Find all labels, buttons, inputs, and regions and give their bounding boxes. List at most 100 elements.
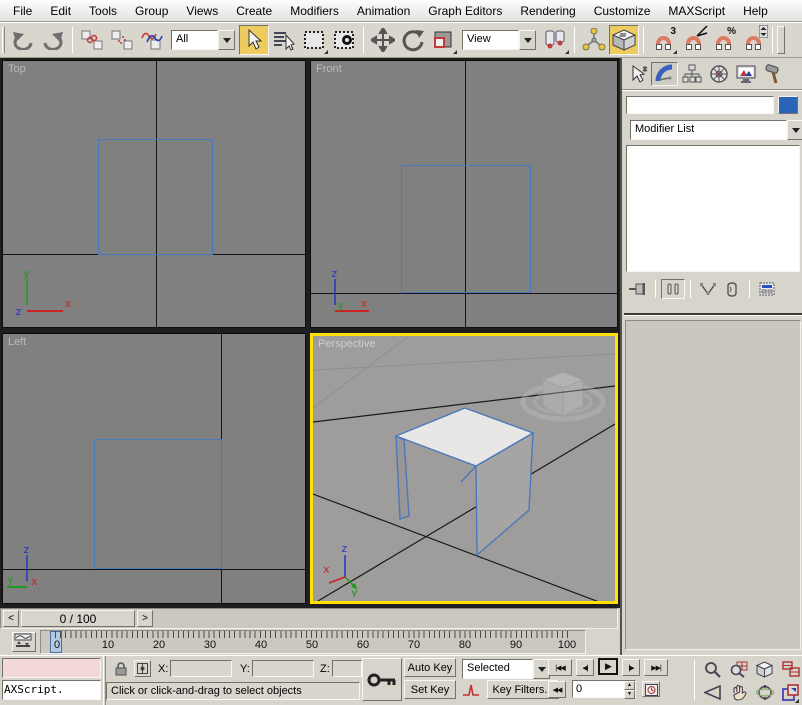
- menu-help[interactable]: Help: [734, 2, 777, 20]
- modifier-list-dropdown[interactable]: Modifier List: [630, 120, 802, 140]
- time-slider-track[interactable]: < 0 / 100 >: [0, 608, 618, 629]
- set-keys-button[interactable]: [362, 658, 402, 701]
- object-color-swatch[interactable]: [778, 96, 798, 114]
- play-button[interactable]: ▶: [598, 658, 618, 675]
- modifier-list-dropdown-button[interactable]: [787, 120, 802, 140]
- zoom-button[interactable]: [700, 658, 725, 680]
- select-and-move-button[interactable]: [368, 25, 398, 55]
- auto-key-button[interactable]: Auto Key: [404, 658, 456, 677]
- spinner-snap-toggle-button[interactable]: [738, 25, 768, 55]
- remove-modifier-button[interactable]: [720, 279, 744, 299]
- frame-spinner[interactable]: ▲ ▼: [624, 681, 635, 697]
- snap-3d-toggle-button[interactable]: 3: [648, 25, 678, 55]
- key-filter-dropdown[interactable]: Selected: [462, 659, 550, 679]
- box-wireframe-left-view[interactable]: [94, 439, 222, 569]
- undo-button[interactable]: [8, 25, 38, 55]
- menu-tools[interactable]: Tools: [80, 2, 126, 20]
- tab-hierarchy[interactable]: [678, 62, 705, 86]
- show-end-result-button[interactable]: [661, 279, 685, 299]
- goto-end-button[interactable]: ▶▶|: [644, 659, 668, 676]
- tab-display[interactable]: [732, 62, 759, 86]
- set-key-button[interactable]: Set Key: [404, 680, 456, 699]
- zoom-extents-all-button[interactable]: [778, 658, 802, 680]
- select-by-name-button[interactable]: [269, 25, 299, 55]
- menu-customize[interactable]: Customize: [585, 2, 660, 20]
- object-name-input[interactable]: [626, 96, 774, 114]
- open-mini-curve-editor-button[interactable]: [12, 632, 36, 652]
- spinner-down-icon[interactable]: ▼: [624, 690, 635, 699]
- snaps-toggle-button[interactable]: [609, 25, 639, 55]
- default-tangent-button[interactable]: [458, 680, 483, 699]
- tab-modify[interactable]: [651, 62, 678, 86]
- angle-snap-toggle-button[interactable]: [678, 25, 708, 55]
- viewport-top[interactable]: Top y z x: [2, 60, 306, 328]
- menu-rendering[interactable]: Rendering: [511, 2, 584, 20]
- pan-hand-icon: [731, 684, 747, 701]
- pan-button[interactable]: [726, 681, 751, 703]
- spinner-up-icon[interactable]: ▲: [624, 681, 635, 690]
- toolbar-grip[interactable]: [2, 27, 5, 53]
- zoom-extents-button[interactable]: [752, 658, 777, 680]
- select-and-rotate-button[interactable]: [398, 25, 428, 55]
- absolute-offset-mode-toggle[interactable]: [134, 660, 151, 677]
- tab-create[interactable]: [624, 62, 651, 86]
- configure-modifier-sets-button[interactable]: [755, 279, 779, 299]
- unlink-selection-button[interactable]: [107, 25, 137, 55]
- menu-edit[interactable]: Edit: [41, 2, 80, 20]
- reference-coord-dropdown-button[interactable]: [519, 30, 536, 50]
- make-unique-button[interactable]: [696, 279, 720, 299]
- viewport-perspective[interactable]: Perspective: [310, 333, 618, 604]
- time-slider-handle[interactable]: 0 / 100: [21, 610, 135, 627]
- macro-recorder-pane[interactable]: [2, 658, 101, 678]
- bind-to-space-warp-button[interactable]: [137, 25, 167, 55]
- selection-filter-dropdown-button[interactable]: [218, 30, 235, 50]
- zoom-all-button[interactable]: [726, 658, 751, 680]
- menu-modifiers[interactable]: Modifiers: [281, 2, 348, 20]
- snap-cube-icon: [611, 28, 637, 52]
- selection-lock-toggle[interactable]: [112, 660, 129, 677]
- viewport-front[interactable]: Front z y x: [310, 60, 618, 328]
- clipped-toolbar-button[interactable]: [777, 26, 785, 54]
- menu-file[interactable]: File: [4, 2, 41, 20]
- next-frame-button[interactable]: |▶: [622, 659, 640, 676]
- field-of-view-button[interactable]: [700, 681, 725, 703]
- redo-button[interactable]: [38, 25, 68, 55]
- selection-filter-dropdown[interactable]: All: [171, 30, 235, 50]
- x-coord-field[interactable]: [170, 660, 232, 677]
- percent-snap-toggle-button[interactable]: %: [708, 25, 738, 55]
- reference-coord-dropdown[interactable]: View: [462, 30, 536, 50]
- menu-create[interactable]: Create: [227, 2, 281, 20]
- menu-animation[interactable]: Animation: [348, 2, 419, 20]
- arc-rotate-button[interactable]: [752, 681, 777, 703]
- select-and-link-button[interactable]: [77, 25, 107, 55]
- select-object-button[interactable]: [239, 25, 269, 55]
- menu-group[interactable]: Group: [126, 2, 177, 20]
- viewport-area: Top y z x Front z y x: [0, 58, 620, 608]
- window-crossing-toggle-button[interactable]: [329, 25, 359, 55]
- prev-frame-button[interactable]: ◀|: [576, 659, 594, 676]
- goto-start-button[interactable]: |◀◀: [548, 659, 572, 676]
- frame-ruler[interactable]: 0 10 20 30 40 50 60 70 80 90 100: [40, 630, 586, 654]
- z-coord-field[interactable]: [332, 660, 362, 677]
- time-slider-prev-button[interactable]: <: [3, 610, 19, 627]
- use-pivot-point-center-button[interactable]: [540, 25, 570, 55]
- box-wireframe-front-view[interactable]: [401, 165, 531, 293]
- select-and-scale-button[interactable]: [428, 25, 458, 55]
- menu-graph-editors[interactable]: Graph Editors: [419, 2, 511, 20]
- key-mode-toggle-button[interactable]: ◀◀: [548, 681, 566, 698]
- time-slider-next-button[interactable]: >: [137, 610, 153, 627]
- y-coord-field[interactable]: [252, 660, 314, 677]
- status-coords-area: X: Y: Z: Click or click-and-drag to sele…: [106, 656, 362, 705]
- tab-motion[interactable]: [705, 62, 732, 86]
- listener-input-pane[interactable]: AXScript.: [2, 680, 101, 700]
- menu-views[interactable]: Views: [177, 2, 227, 20]
- menu-maxscript[interactable]: MAXScript: [659, 2, 734, 20]
- pin-stack-button[interactable]: [626, 279, 650, 299]
- box-wireframe-top-view[interactable]: [98, 139, 213, 255]
- time-configuration-button[interactable]: [642, 681, 660, 697]
- modifier-stack-list[interactable]: [626, 145, 800, 272]
- rectangular-selection-region-button[interactable]: [299, 25, 329, 55]
- tab-utilities[interactable]: [759, 62, 786, 86]
- viewport-left[interactable]: Left z y x: [2, 333, 306, 604]
- select-and-manipulate-button[interactable]: [579, 25, 609, 55]
